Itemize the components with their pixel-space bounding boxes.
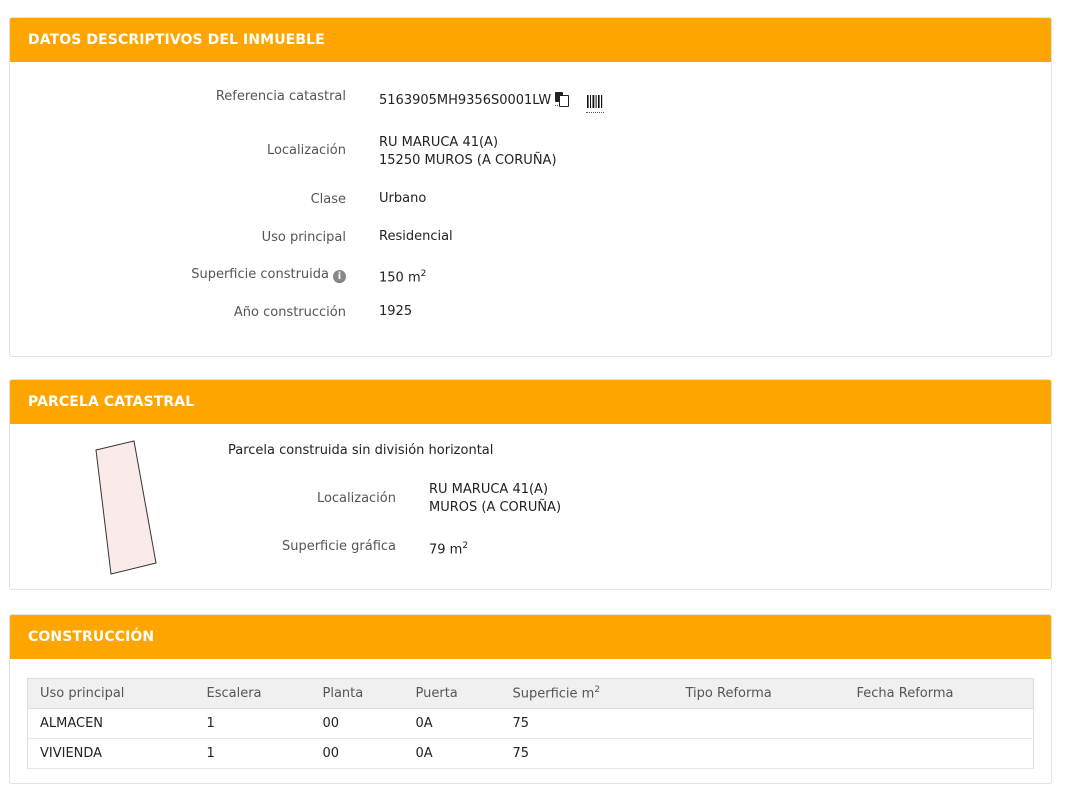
barcode-icon[interactable]	[586, 95, 605, 113]
cell-uso: VIVIENDA	[27, 738, 195, 769]
cell-tipo-reforma	[673, 708, 845, 739]
superficie-construida-label: Superficie construida i	[10, 267, 346, 283]
cell-fecha-reforma	[844, 738, 1034, 769]
superficie-grafica-exp: 2	[462, 541, 469, 551]
parcela-localizacion-value: RU MARUCA 41(A) MUROS (A CORUÑA)	[429, 481, 561, 517]
cell-planta: 00	[310, 738, 404, 769]
localizacion-label: Localización	[266, 143, 346, 158]
parcela-shape	[95, 440, 157, 575]
cell-superficie: 75	[500, 738, 674, 769]
header-uso-principal: Uso principal	[27, 678, 195, 709]
parcela-descripcion: Parcela construida sin división horizont…	[228, 443, 494, 458]
construccion-table: Uso principal Escalera Planta Puerta Sup…	[27, 678, 1034, 769]
table-row: ALMACEN 1 00 0A 75	[27, 708, 1034, 739]
header-superficie: Superficie m2	[500, 678, 674, 709]
anio-construccion-label: Año construcción	[233, 305, 346, 320]
referencia-value: 5163905MH9356S0001LW	[379, 93, 552, 108]
header-puerta: Puerta	[403, 678, 501, 709]
cell-planta: 00	[310, 708, 404, 739]
copy-icon[interactable]	[555, 92, 570, 107]
header-tipo-reforma: Tipo Reforma	[673, 678, 845, 709]
datos-descriptivos-panel: DATOS DESCRIPTIVOS DEL INMUEBLE Referenc…	[9, 17, 1052, 357]
parcela-localizacion-line2: MUROS (A CORUÑA)	[429, 500, 562, 515]
construccion-title: CONSTRUCCIÓN	[10, 615, 1051, 659]
cell-puerta: 0A	[403, 738, 501, 769]
referencia-row: 5163905MH9356S0001LW	[379, 92, 605, 113]
table-header-row: Uso principal Escalera Planta Puerta Sup…	[27, 678, 1034, 709]
cell-superficie: 75	[500, 708, 674, 739]
parcela-localizacion-label: Localización	[316, 491, 396, 506]
cell-puerta: 0A	[403, 708, 501, 739]
construccion-panel: CONSTRUCCIÓN Uso principal Escalera Plan…	[9, 614, 1052, 784]
cell-fecha-reforma	[844, 708, 1034, 739]
cell-escalera: 1	[194, 708, 311, 739]
clase-value: Urbano	[379, 191, 427, 206]
cell-escalera: 1	[194, 738, 311, 769]
header-superficie-exp: 2	[594, 685, 601, 696]
superficie-construida-exp: 2	[420, 269, 427, 279]
header-planta: Planta	[310, 678, 404, 709]
localizacion-line2: 15250 MUROS (A CORUÑA)	[379, 153, 557, 168]
header-superficie-text: Superficie m	[512, 686, 595, 702]
superficie-construida-text: Superficie construida	[191, 267, 329, 282]
superficie-construida-number: 150 m	[379, 270, 421, 286]
cell-uso: ALMACEN	[27, 708, 195, 739]
localizacion-line1: RU MARUCA 41(A)	[379, 135, 499, 150]
parcela-catastral-panel: PARCELA CATASTRAL Parcela construida sin…	[9, 379, 1052, 590]
superficie-construida-value: 150 m2	[379, 265, 426, 287]
superficie-grafica-value: 79 m2	[429, 537, 468, 559]
datos-descriptivos-title: DATOS DESCRIPTIVOS DEL INMUEBLE	[10, 18, 1051, 62]
superficie-grafica-number: 79 m	[429, 542, 463, 558]
header-fecha-reforma: Fecha Reforma	[844, 678, 1034, 709]
cell-tipo-reforma	[673, 738, 845, 769]
parcela-localizacion-line1: RU MARUCA 41(A)	[429, 482, 549, 497]
referencia-label: Referencia catastral	[215, 89, 346, 104]
anio-construccion-value: 1925	[379, 304, 413, 319]
uso-principal-label: Uso principal	[261, 230, 346, 245]
clase-label: Clase	[310, 192, 346, 207]
header-escalera: Escalera	[194, 678, 311, 709]
localizacion-value: RU MARUCA 41(A) 15250 MUROS (A CORUÑA)	[379, 134, 557, 170]
parcela-catastral-title: PARCELA CATASTRAL	[10, 380, 1051, 424]
superficie-grafica-label: Superficie gráfica	[281, 539, 396, 554]
uso-principal-value: Residencial	[379, 229, 453, 244]
info-icon[interactable]: i	[333, 270, 346, 283]
table-row: VIVIENDA 1 00 0A 75	[27, 738, 1034, 769]
